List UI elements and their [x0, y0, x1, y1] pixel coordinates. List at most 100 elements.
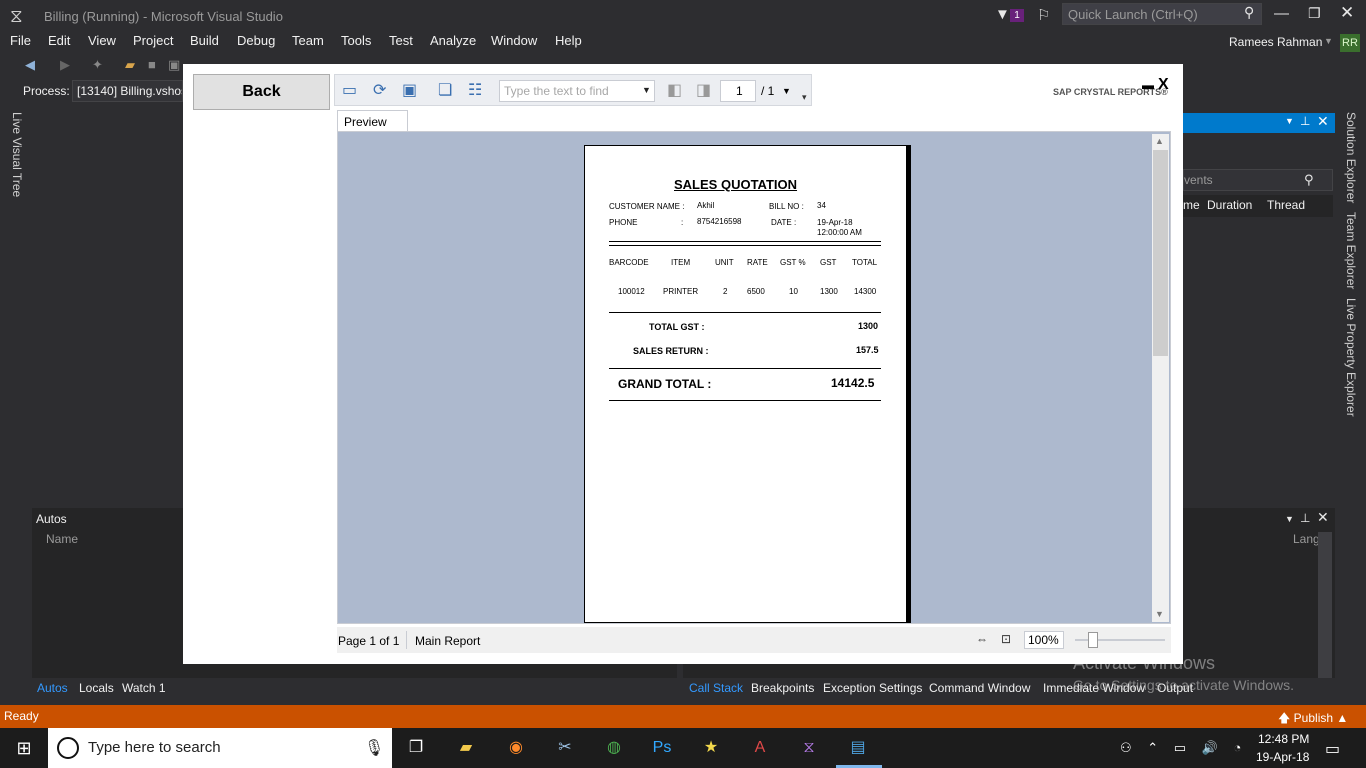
chevron-down-icon[interactable]: ▼: [782, 86, 791, 96]
chrome-icon[interactable]: ◍: [594, 733, 634, 763]
menu-file[interactable]: File: [10, 33, 31, 48]
fit-page-icon[interactable]: ⊡: [1001, 632, 1011, 646]
menu-view[interactable]: View: [88, 33, 116, 48]
chevron-down-icon[interactable]: ▼: [1285, 514, 1294, 524]
column-name[interactable]: Name: [46, 532, 78, 546]
new-project-icon[interactable]: ✦: [92, 57, 103, 73]
photoshop-icon[interactable]: Ps: [642, 733, 682, 763]
tab-preview[interactable]: Preview: [337, 110, 408, 132]
group-tree-icon[interactable]: ☷: [468, 80, 482, 100]
menu-project[interactable]: Project: [133, 33, 173, 48]
notification-filter-icon[interactable]: ▼: [995, 6, 1010, 23]
column-thread[interactable]: Thread: [1267, 198, 1305, 212]
tab-team-explorer[interactable]: Team Explorer: [1340, 212, 1358, 289]
close-icon[interactable]: ✕: [1317, 113, 1329, 130]
access-icon[interactable]: A: [740, 733, 780, 763]
window-title: Billing (Running) - Microsoft Visual Stu…: [44, 9, 283, 24]
snipping-tool-icon[interactable]: ✂: [545, 733, 585, 763]
zoom-slider-handle[interactable]: [1088, 632, 1098, 648]
navigate-back-icon[interactable]: ◀: [25, 57, 35, 73]
visual-studio-icon[interactable]: ⧖: [789, 733, 829, 763]
open-folder-icon[interactable]: ▰: [125, 57, 135, 73]
account-name[interactable]: Ramees Rahman: [1229, 35, 1322, 49]
divider: [609, 400, 881, 401]
find-text-input[interactable]: Type the text to find: [499, 80, 655, 102]
menu-window[interactable]: Window: [491, 33, 537, 48]
menu-edit[interactable]: Edit: [48, 33, 70, 48]
minimize-button[interactable]: ▬: [1142, 78, 1154, 92]
tab-locals[interactable]: Locals: [79, 681, 114, 695]
game-app-icon[interactable]: ★: [691, 733, 731, 763]
scroll-up-icon[interactable]: ▲: [1155, 136, 1164, 146]
copy-icon[interactable]: ❏: [438, 80, 452, 100]
page-number-input[interactable]: 1: [720, 80, 756, 102]
export-icon[interactable]: ▭: [342, 80, 357, 100]
column-name[interactable]: me: [1183, 198, 1200, 212]
chevron-down-icon[interactable]: ▼: [1324, 36, 1333, 46]
save-icon[interactable]: ■: [148, 57, 156, 72]
vertical-scrollbar[interactable]: [1318, 532, 1332, 678]
chevron-down-icon[interactable]: ▼: [1285, 116, 1294, 126]
menu-debug[interactable]: Debug: [237, 33, 275, 48]
notification-badge[interactable]: 1: [1010, 9, 1024, 22]
zoom-input[interactable]: 100%: [1024, 631, 1064, 649]
print-icon[interactable]: ▣: [402, 80, 417, 100]
action-center-icon[interactable]: ▭: [1325, 739, 1340, 759]
process-select[interactable]: [13140] Billing.vshos: [72, 80, 183, 102]
menu-team[interactable]: Team: [292, 33, 324, 48]
tab-watch-1[interactable]: Watch 1: [122, 681, 166, 695]
clock-date[interactable]: 19-Apr-18: [1256, 750, 1309, 764]
previous-page-icon[interactable]: ◧: [667, 80, 682, 100]
refresh-icon[interactable]: ⟳: [373, 80, 386, 100]
tab-solution-explorer[interactable]: Solution Explorer: [1340, 112, 1358, 203]
menu-test[interactable]: Test: [389, 33, 413, 48]
close-button[interactable]: ✕: [1340, 3, 1354, 23]
menu-help[interactable]: Help: [555, 33, 582, 48]
pin-icon[interactable]: ⊥: [1300, 114, 1310, 128]
navigate-forward-icon[interactable]: ▶: [60, 57, 70, 73]
minimize-button[interactable]: —: [1274, 5, 1289, 22]
task-view-icon[interactable]: ❐: [396, 733, 436, 763]
save-all-icon[interactable]: ▣: [168, 57, 180, 73]
windows-start-icon[interactable]: ⊞: [0, 728, 48, 768]
column-language[interactable]: Lang: [1293, 532, 1320, 546]
back-button[interactable]: Back: [193, 74, 330, 110]
tab-command-window[interactable]: Command Window: [929, 681, 1030, 695]
chevron-down-icon[interactable]: ▼: [642, 85, 651, 95]
cell-unit: 2: [723, 287, 728, 296]
feedback-icon[interactable]: ⚐: [1037, 6, 1050, 24]
column-duration[interactable]: Duration: [1207, 198, 1252, 212]
close-icon[interactable]: ✕: [1317, 509, 1329, 526]
firefox-icon[interactable]: ◉: [496, 733, 536, 763]
microphone-icon[interactable]: 🎙: [364, 738, 384, 758]
search-icon[interactable]: ⚲: [1244, 4, 1254, 21]
publish-button[interactable]: 🡅 Publish ▲: [1278, 709, 1348, 730]
tab-live-property-explorer[interactable]: Live Property Explorer: [1340, 298, 1358, 417]
taskbar-search-input[interactable]: Type here to search: [48, 728, 392, 768]
scroll-down-icon[interactable]: ▼: [1155, 609, 1164, 619]
tab-exception-settings[interactable]: Exception Settings: [823, 681, 922, 695]
close-button[interactable]: X: [1158, 76, 1169, 94]
search-icon[interactable]: ⚲: [1304, 172, 1314, 188]
menu-build[interactable]: Build: [190, 33, 219, 48]
fit-width-icon[interactable]: ⇔: [976, 632, 988, 646]
system-tray-icons[interactable]: ⚇ ⌃ ▭ 🔊 ◔: [1120, 740, 1247, 756]
tab-autos[interactable]: Autos: [37, 681, 68, 695]
tab-breakpoints[interactable]: Breakpoints: [751, 681, 814, 695]
tab-call-stack[interactable]: Call Stack: [689, 681, 743, 695]
tab-live-visual-tree[interactable]: Live Visual Tree: [8, 112, 24, 202]
clock-time[interactable]: 12:48 PM: [1258, 732, 1309, 746]
menu-analyze[interactable]: Analyze: [430, 33, 476, 48]
pin-icon[interactable]: ⊥: [1300, 511, 1310, 525]
maximize-button[interactable]: ❐: [1308, 5, 1321, 22]
cortana-icon[interactable]: [57, 737, 79, 759]
toolbar-overflow-icon[interactable]: ▾: [802, 92, 807, 103]
menu-tools[interactable]: Tools: [341, 33, 371, 48]
scrollbar-thumb[interactable]: [1153, 150, 1168, 356]
quick-launch-input[interactable]: Quick Launch (Ctrl+Q): [1062, 3, 1262, 25]
avatar[interactable]: RR: [1340, 34, 1360, 52]
next-page-icon[interactable]: ◨: [696, 80, 711, 100]
diagnostic-tools-header: [1183, 113, 1335, 133]
billing-app-icon[interactable]: ▤: [838, 733, 878, 763]
file-explorer-icon[interactable]: ▰: [446, 733, 486, 763]
